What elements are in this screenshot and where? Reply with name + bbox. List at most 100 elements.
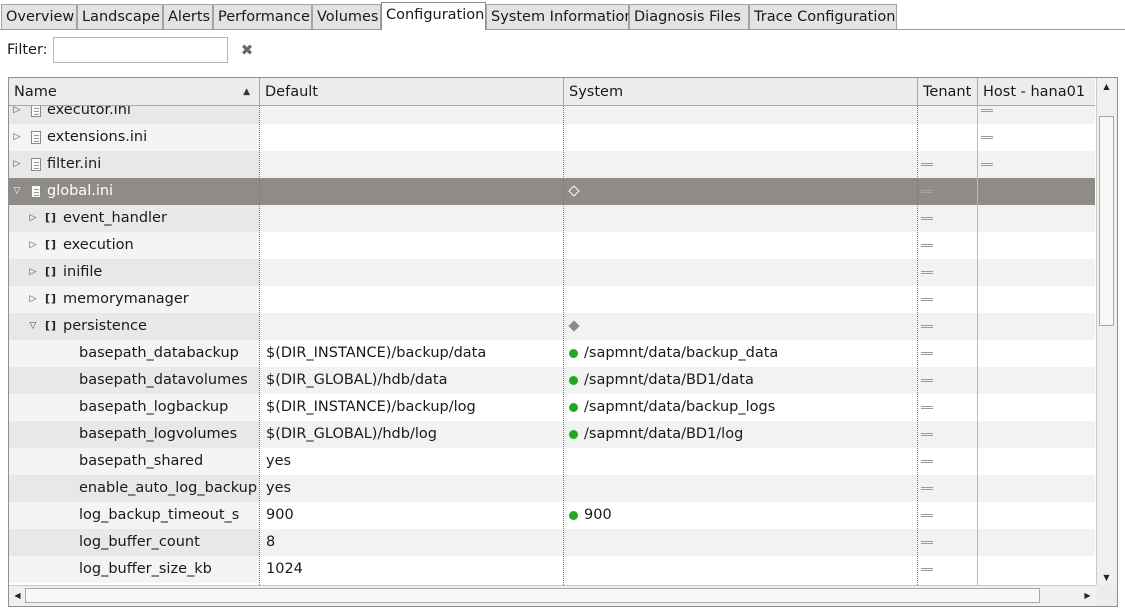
column-header-default[interactable]: Default (260, 78, 564, 106)
tenant-not-set-icon (921, 190, 933, 193)
default-value: yes (266, 480, 292, 496)
tab-diagnosis-files[interactable]: Diagnosis Files (629, 4, 749, 30)
parameter-row[interactable]: basepath_datavolumes $(DIR_GLOBAL)/hdb/da… (9, 367, 1095, 394)
tab-configuration[interactable]: Configuration (381, 2, 486, 30)
tenant-not-set-icon (921, 298, 933, 301)
system-value: /sapmnt/data/BD1/data (584, 372, 754, 388)
expand-triangle-icon[interactable]: ▷ (11, 151, 23, 178)
column-header-host[interactable]: Host - hana01 (978, 78, 1095, 106)
tenant-not-set-icon (921, 406, 933, 409)
parameter-row[interactable]: enable_auto_log_backup yes (9, 475, 1095, 502)
row-name: global.ini (47, 183, 114, 199)
parameter-row[interactable]: basepath_logbackup $(DIR_INSTANCE)/backup… (9, 394, 1095, 421)
column-header-name[interactable]: Name ▲ (9, 78, 260, 106)
system-value (584, 475, 914, 502)
section-brackets-icon: [] (45, 292, 58, 305)
column-separator (977, 106, 978, 585)
filter-label: Filter: (7, 42, 48, 58)
tab-alerts[interactable]: Alerts (163, 4, 213, 30)
system-value (584, 124, 914, 151)
tenant-not-set-icon (921, 244, 933, 247)
section-row[interactable]: ▷ [] event_handler (9, 205, 1095, 232)
tenant-not-set-icon (921, 568, 933, 571)
tab-overview[interactable]: Overview (1, 4, 77, 30)
parameter-row[interactable]: log_backup_timeout_s 900 900 (9, 502, 1095, 529)
system-value: /sapmnt/data/backup_logs (584, 399, 776, 415)
column-header-tenant[interactable]: Tenant (918, 78, 978, 106)
tenant-not-set-icon (921, 271, 933, 274)
filter-input[interactable] (53, 37, 228, 63)
vertical-scroll-thumb[interactable] (1099, 116, 1114, 326)
default-value (266, 178, 560, 205)
collapse-triangle-icon[interactable]: ▽ (11, 178, 23, 205)
column-separator (917, 106, 918, 585)
section-row[interactable]: ▷ [] execution (9, 232, 1095, 259)
default-value: $(DIR_GLOBAL)/hdb/log (266, 426, 437, 442)
row-name: memorymanager (63, 291, 189, 307)
scroll-down-icon[interactable]: ▼ (1099, 570, 1114, 585)
default-value (266, 106, 560, 124)
file-row[interactable]: ▽ global.ini (9, 178, 1095, 205)
default-value (266, 313, 560, 340)
system-value (584, 205, 914, 232)
collapse-triangle-icon[interactable]: ▽ (27, 313, 39, 340)
tenant-not-set-icon (921, 541, 933, 544)
parameter-row[interactable]: log_buffer_size_kb 1024 (9, 556, 1095, 583)
tab-performance[interactable]: Performance (213, 4, 312, 30)
section-brackets-icon: [] (45, 211, 58, 224)
table-header: Name ▲ Default System Tenant Host - hana… (9, 78, 1095, 106)
row-name: filter.ini (47, 156, 102, 172)
tab-volumes[interactable]: Volumes (312, 4, 381, 30)
column-header-host-label: Host - hana01 (983, 84, 1086, 100)
scroll-left-icon[interactable]: ◀ (10, 588, 25, 603)
expand-triangle-icon[interactable]: ▷ (27, 232, 39, 259)
expand-triangle-icon[interactable]: ▷ (27, 205, 39, 232)
section-brackets-icon: [] (45, 238, 58, 251)
section-row[interactable]: ▷ [] inifile (9, 259, 1095, 286)
expand-triangle-icon[interactable]: ▷ (11, 124, 23, 151)
status-dot-icon (569, 376, 578, 385)
expand-triangle-icon[interactable]: ▷ (27, 259, 39, 286)
vertical-scrollbar[interactable]: ▲ ▼ (1096, 78, 1117, 585)
tab-landscape[interactable]: Landscape (77, 4, 163, 30)
ini-file-icon (31, 131, 41, 144)
expand-triangle-icon[interactable]: ▷ (27, 286, 39, 313)
tenant-not-set-icon (921, 514, 933, 517)
default-value: 8 (266, 534, 276, 550)
default-value: $(DIR_GLOBAL)/hdb/data (266, 372, 448, 388)
ini-file-icon (31, 158, 41, 171)
horizontal-scroll-thumb[interactable] (25, 588, 1040, 603)
diamond-icon (568, 185, 580, 197)
file-row[interactable]: ▷ executor.ini (9, 106, 1095, 124)
tab-system-information[interactable]: System Information (486, 4, 634, 30)
tenant-not-set-icon (921, 460, 933, 463)
parameter-row[interactable]: basepath_shared yes (9, 448, 1095, 475)
table-body: ▷ executor.ini ▷ extensions.ini ▷ filter.ini ▽… (9, 106, 1095, 585)
row-name: event_handler (63, 210, 167, 226)
horizontal-scrollbar[interactable]: ◀ ▶ (9, 585, 1096, 606)
ini-file-icon (31, 106, 41, 117)
tenant-not-set-icon (921, 217, 933, 220)
clear-x-icon[interactable]: ✖ (238, 40, 256, 60)
row-name: basepath_databackup (79, 345, 239, 361)
expand-triangle-icon[interactable]: ▷ (11, 106, 23, 124)
tab-trace-configuration[interactable]: Trace Configuration (749, 4, 897, 30)
default-value: 900 (266, 507, 294, 523)
section-row[interactable]: ▷ [] memorymanager (9, 286, 1095, 313)
ini-file-icon (31, 185, 41, 198)
parameter-row[interactable]: basepath_logvolumes $(DIR_GLOBAL)/hdb/log… (9, 421, 1095, 448)
file-row[interactable]: ▷ extensions.ini (9, 124, 1095, 151)
row-name: log_backup_timeout_s (79, 507, 240, 523)
tab-bar: Overview Landscape Alerts Performance Volume… (0, 0, 1125, 30)
parameter-row[interactable]: log_buffer_count 8 (9, 529, 1095, 556)
parameter-row[interactable]: basepath_databackup $(DIR_INSTANCE)/backu… (9, 340, 1095, 367)
system-value (584, 232, 914, 259)
sort-ascending-icon: ▲ (243, 87, 250, 97)
host-not-set-icon (981, 163, 993, 166)
section-row[interactable]: ▽ [] persistence (9, 313, 1095, 340)
file-row[interactable]: ▷ filter.ini (9, 151, 1095, 178)
scroll-right-icon[interactable]: ▶ (1080, 588, 1095, 603)
row-name: basepath_logvolumes (79, 426, 238, 442)
column-header-system[interactable]: System (564, 78, 918, 106)
scroll-up-icon[interactable]: ▲ (1099, 79, 1114, 94)
